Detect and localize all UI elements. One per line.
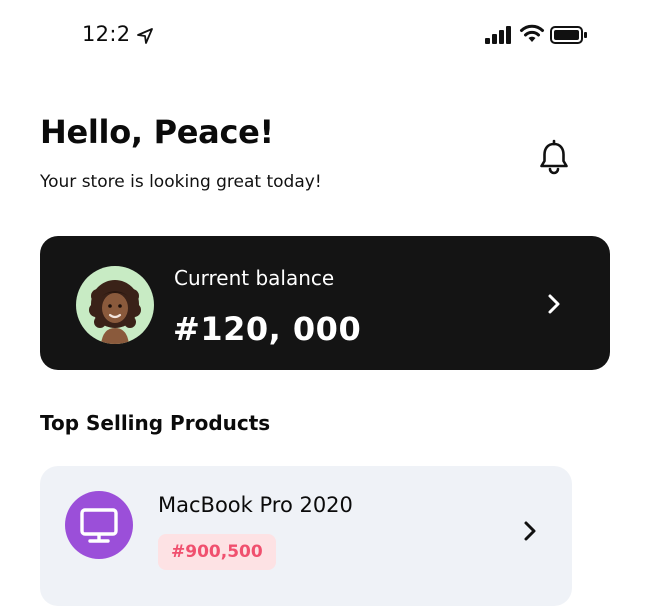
balance-card[interactable]: Current balance #120, 000	[40, 236, 610, 370]
chevron-right-icon[interactable]	[546, 293, 562, 315]
price-badge: #900,500	[158, 534, 276, 570]
status-time: 12:2	[82, 22, 131, 46]
balance-label: Current balance	[174, 266, 335, 290]
wifi-icon	[520, 24, 544, 42]
greeting-subtitle: Your store is looking great today!	[40, 172, 322, 192]
battery-icon	[550, 26, 587, 44]
memoji-avatar-icon	[89, 280, 141, 344]
location-arrow-icon	[137, 28, 153, 44]
status-bar: 12:2	[0, 0, 651, 72]
balance-amount: #120, 000	[173, 310, 362, 348]
cellular-signal-icon	[485, 26, 511, 44]
greeting-title: Hello, Peace!	[40, 113, 274, 151]
product-name: MacBook Pro 2020	[158, 493, 353, 517]
product-card[interactable]: MacBook Pro 2020 #900,500	[40, 466, 572, 606]
monitor-icon	[80, 508, 118, 543]
chevron-right-icon[interactable]	[522, 520, 538, 542]
product-icon-badge	[65, 491, 133, 559]
avatar	[76, 266, 154, 344]
bell-icon[interactable]	[537, 139, 571, 175]
section-title-top-selling: Top Selling Products	[40, 411, 271, 435]
